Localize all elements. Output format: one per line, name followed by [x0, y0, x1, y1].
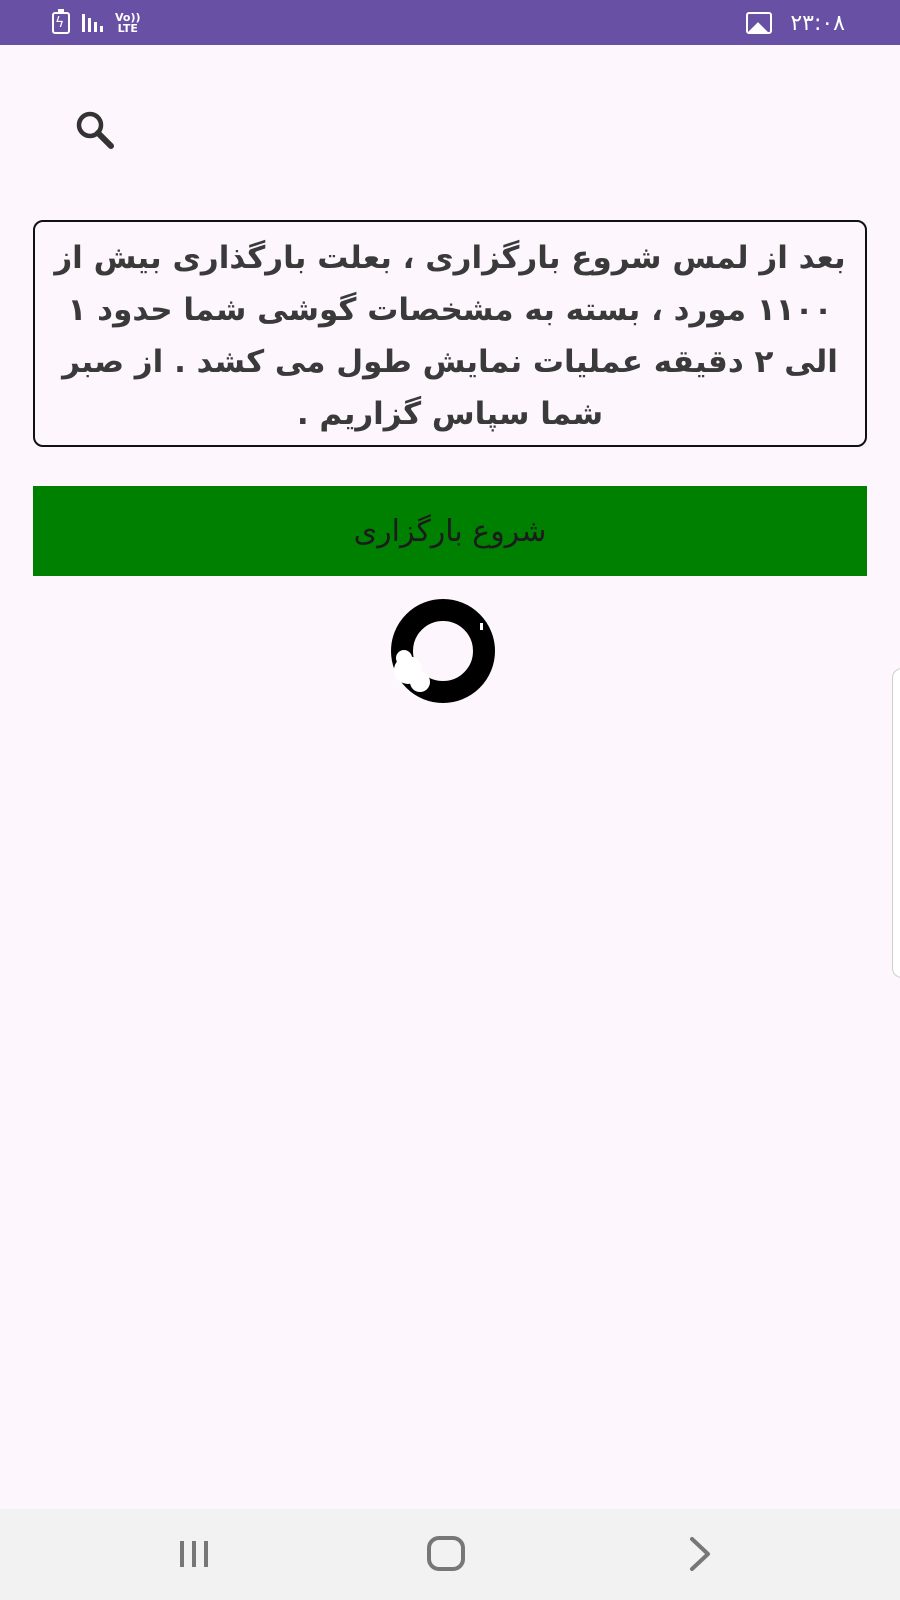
start-loading-button[interactable]: شروع بارگزاری	[33, 486, 867, 576]
start-loading-label: شروع بارگزاری	[353, 513, 547, 549]
search-icon	[76, 111, 114, 149]
home-button[interactable]	[416, 1529, 476, 1579]
status-bar: ϟ Vo)) LTE ۲۳:۰۸	[0, 0, 900, 45]
navigation-bar	[0, 1509, 900, 1600]
back-icon	[690, 1537, 710, 1571]
gallery-notification-icon	[746, 12, 773, 34]
lte-label: LTE	[117, 22, 138, 35]
info-message-box: بعد از لمس شروع بارگزاری ، بعلت بارگذاری…	[33, 220, 867, 447]
edge-panel-handle[interactable]	[892, 668, 900, 978]
status-icons-left: ϟ Vo)) LTE	[52, 8, 141, 38]
signal-icon	[82, 14, 103, 32]
home-icon	[427, 1536, 465, 1571]
battery-charging-icon: ϟ	[52, 9, 70, 34]
info-message-text: بعد از لمس شروع بارگزاری ، بعلت بارگذاری…	[54, 240, 846, 432]
back-button[interactable]	[670, 1529, 730, 1579]
recent-apps-button[interactable]	[164, 1529, 224, 1579]
status-clock: ۲۳:۰۸	[790, 10, 845, 36]
status-icons-right: ۲۳:۰۸	[746, 8, 845, 38]
search-button[interactable]	[70, 105, 120, 155]
volte-lte-icon: Vo)) LTE	[115, 12, 141, 34]
loading-spinner-icon	[390, 598, 496, 704]
recent-apps-icon	[180, 1541, 208, 1567]
